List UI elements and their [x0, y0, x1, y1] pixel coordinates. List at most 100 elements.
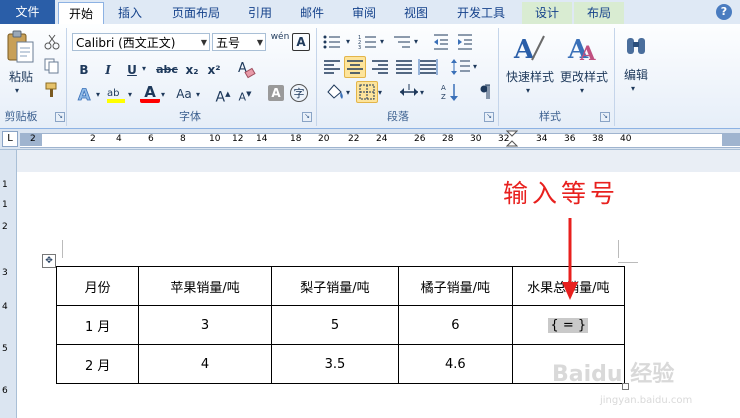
- find-binoculars-icon[interactable]: [624, 32, 648, 62]
- table-header-cell[interactable]: 月份: [55, 266, 140, 306]
- font-launcher-icon[interactable]: ↘: [302, 112, 312, 122]
- strikethrough-button[interactable]: abc: [154, 60, 180, 80]
- character-border-button[interactable]: A: [292, 33, 310, 51]
- multilevel-list-icon[interactable]: [392, 33, 414, 51]
- table-cell[interactable]: 1 月: [55, 305, 140, 345]
- bold-button[interactable]: B: [74, 60, 94, 80]
- text-effects-dropdown-icon[interactable]: ▾: [96, 90, 100, 99]
- tab-insert[interactable]: 插入: [108, 2, 152, 24]
- table-cell-formula[interactable]: { = }: [511, 305, 626, 345]
- italic-button[interactable]: I: [98, 60, 118, 80]
- tab-review[interactable]: 审阅: [342, 2, 386, 24]
- quick-styles-label[interactable]: 快速样式: [504, 68, 556, 85]
- paste-icon[interactable]: [5, 30, 35, 66]
- chinese-layout-icon[interactable]: [398, 82, 420, 102]
- quick-styles-dropdown-icon[interactable]: ▾: [526, 86, 530, 95]
- tab-developer[interactable]: 开发工具: [446, 2, 516, 24]
- clipboard-launcher-icon[interactable]: ↘: [55, 112, 65, 122]
- tab-page-layout[interactable]: 页面布局: [162, 2, 230, 24]
- phonetic-guide-button[interactable]: wén: [270, 32, 290, 52]
- line-spacing-icon[interactable]: [450, 57, 472, 77]
- tab-stop-selector[interactable]: L: [2, 131, 18, 147]
- tab-mailings[interactable]: 邮件: [290, 2, 334, 24]
- chevron-down-icon[interactable]: ▼: [257, 34, 263, 52]
- tab-home[interactable]: 开始: [58, 2, 104, 26]
- bullets-icon[interactable]: [322, 33, 344, 51]
- editing-dropdown-icon[interactable]: ▾: [631, 84, 635, 93]
- formula-field[interactable]: { = }: [548, 317, 589, 333]
- distributed-icon[interactable]: [418, 58, 438, 76]
- highlight-icon[interactable]: ab: [106, 84, 128, 104]
- font-color-dropdown-icon[interactable]: ▾: [161, 90, 165, 99]
- align-center-button[interactable]: [344, 56, 366, 78]
- sort-icon[interactable]: AZ: [440, 82, 460, 102]
- shading-icon[interactable]: [324, 82, 346, 102]
- borders-button[interactable]: [356, 81, 378, 103]
- underline-dropdown-icon[interactable]: ▾: [142, 64, 146, 73]
- change-case-button[interactable]: Aa: [172, 84, 196, 104]
- paragraph-launcher-icon[interactable]: ↘: [484, 112, 494, 122]
- table-cell[interactable]: 3.5: [270, 344, 400, 384]
- subscript-button[interactable]: x₂: [182, 60, 202, 80]
- tab-view[interactable]: 视图: [394, 2, 438, 24]
- table-header-cell[interactable]: 梨子销量/吨: [270, 266, 400, 306]
- change-case-dropdown-icon[interactable]: ▾: [196, 90, 200, 99]
- styles-launcher-icon[interactable]: ↘: [600, 112, 610, 122]
- paste-dropdown-icon[interactable]: ▾: [15, 86, 19, 95]
- change-styles-dropdown-icon[interactable]: ▾: [580, 86, 584, 95]
- tab-design[interactable]: 设计: [522, 2, 572, 24]
- cut-icon[interactable]: [44, 34, 60, 50]
- ruler-indent-marker[interactable]: [505, 130, 519, 148]
- character-shading-button[interactable]: A: [268, 85, 284, 101]
- numbering-dropdown-icon[interactable]: ▾: [380, 37, 384, 46]
- format-painter-icon[interactable]: [44, 82, 60, 98]
- paste-button-label[interactable]: 粘贴: [6, 68, 36, 85]
- clear-formatting-icon[interactable]: A: [236, 58, 256, 80]
- shading-dropdown-icon[interactable]: ▾: [346, 88, 350, 97]
- change-styles-label[interactable]: 更改样式: [556, 68, 612, 85]
- justify-icon[interactable]: [394, 58, 414, 76]
- superscript-button[interactable]: x²: [204, 60, 224, 80]
- table-cell[interactable]: 3: [138, 305, 272, 345]
- borders-dropdown-icon[interactable]: ▾: [378, 88, 382, 97]
- table-cell[interactable]: 2 月: [55, 344, 140, 384]
- font-size-combo[interactable]: 五号 ▼: [212, 33, 266, 51]
- table-header-cell[interactable]: 橘子销量/吨: [398, 266, 513, 306]
- line-spacing-dropdown-icon[interactable]: ▾: [473, 62, 477, 71]
- table-cell[interactable]: 4: [138, 344, 272, 384]
- chevron-down-icon[interactable]: ▼: [201, 34, 207, 52]
- show-marks-icon[interactable]: [476, 82, 494, 102]
- editing-label[interactable]: 编辑: [620, 66, 652, 83]
- change-styles-icon[interactable]: A A: [566, 30, 600, 66]
- grow-font-button[interactable]: A▲: [214, 84, 232, 106]
- highlight-dropdown-icon[interactable]: ▾: [128, 90, 132, 99]
- increase-indent-icon[interactable]: [456, 33, 474, 51]
- font-color-button[interactable]: A: [140, 83, 160, 103]
- underline-button[interactable]: U: [122, 60, 142, 80]
- font-name-combo[interactable]: Calibri (西文正文) ▼: [72, 33, 210, 51]
- table-header-cell[interactable]: 苹果销量/吨: [138, 266, 272, 306]
- table-cell[interactable]: 5: [270, 305, 400, 345]
- shrink-font-button[interactable]: A▼: [236, 84, 254, 104]
- quick-styles-icon[interactable]: A: [512, 30, 546, 66]
- tab-layout[interactable]: 布局: [574, 2, 624, 24]
- enclose-characters-button[interactable]: 字: [290, 84, 308, 102]
- vertical-ruler[interactable]: [0, 150, 17, 418]
- align-right-icon[interactable]: [370, 58, 390, 76]
- table-move-handle-icon[interactable]: ✥: [42, 254, 56, 268]
- multilevel-dropdown-icon[interactable]: ▾: [414, 37, 418, 46]
- chinese-layout-dropdown-icon[interactable]: ▾: [420, 88, 424, 97]
- svg-text:ab: ab: [107, 88, 119, 99]
- numbering-icon[interactable]: 1 2 3: [358, 33, 380, 51]
- text-effects-icon[interactable]: A: [76, 84, 96, 104]
- table-cell[interactable]: 6: [398, 305, 513, 345]
- ruler-number: 40: [620, 134, 632, 144]
- tab-file[interactable]: 文件: [0, 0, 55, 24]
- tab-references[interactable]: 引用: [238, 2, 282, 24]
- bullets-dropdown-icon[interactable]: ▾: [346, 37, 350, 46]
- align-left-icon[interactable]: [322, 58, 342, 76]
- decrease-indent-icon[interactable]: [432, 33, 450, 51]
- copy-icon[interactable]: [44, 58, 60, 74]
- table-cell[interactable]: 4.6: [398, 344, 513, 384]
- help-icon[interactable]: ?: [716, 4, 732, 20]
